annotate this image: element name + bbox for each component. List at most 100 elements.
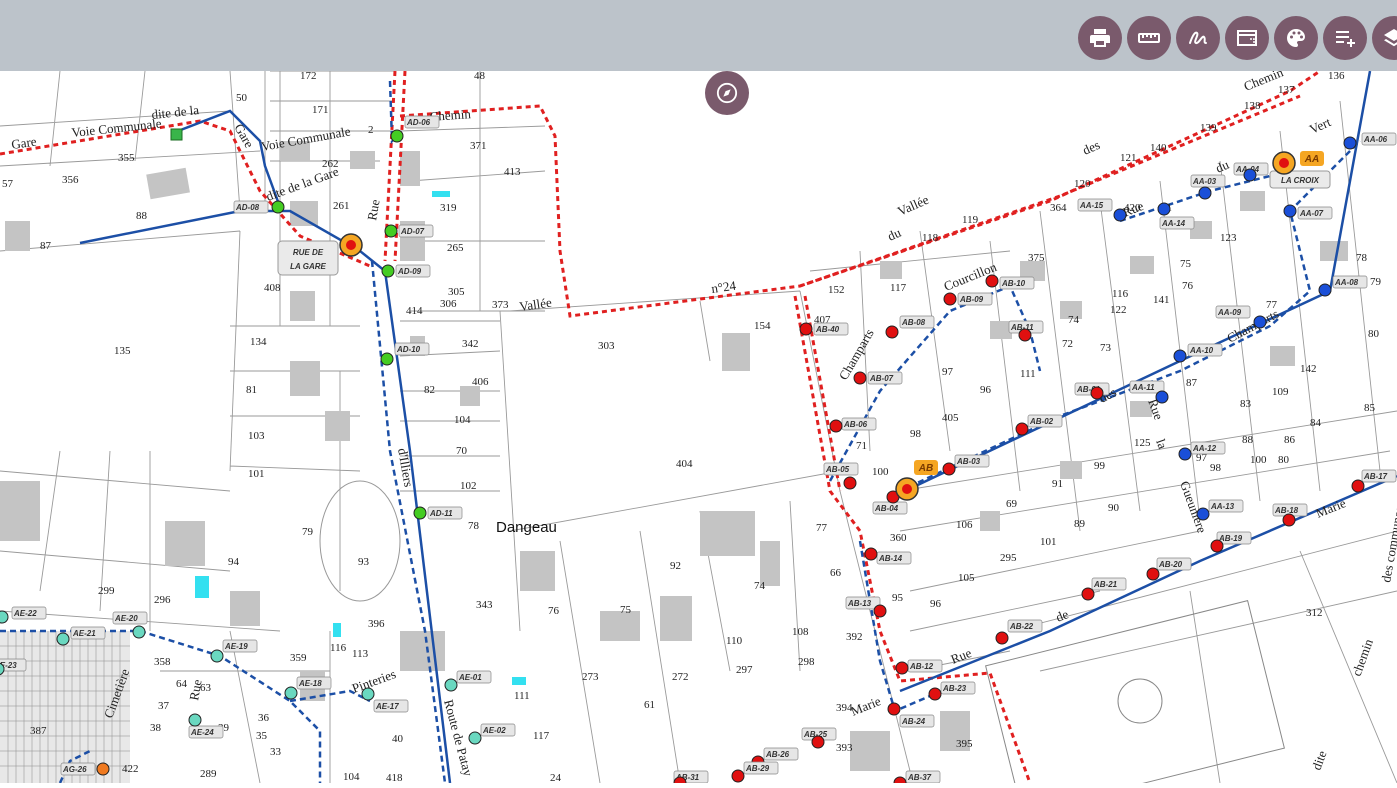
network-node[interactable]: AB-06	[829, 417, 877, 433]
parcel-number: 81	[246, 384, 257, 396]
printer-icon	[1090, 29, 1110, 47]
parcel-number: 408	[264, 282, 281, 294]
network-node[interactable]: AB-22	[995, 619, 1043, 645]
street-label: des communes	[1378, 505, 1397, 583]
street-label: Gare	[10, 134, 37, 152]
node-tag: AD-09	[397, 267, 422, 276]
place-label-rue-de-la-gare: RUE DE LA GARE	[277, 240, 339, 276]
network-node[interactable]: AA-13	[1196, 499, 1244, 521]
network-node[interactable]: AD-07	[384, 224, 434, 238]
parcel-number: 101	[248, 468, 265, 480]
network-node[interactable]: AB-13	[845, 596, 887, 618]
network-node[interactable]: AB-10	[985, 274, 1035, 290]
parcel-number: 261	[333, 200, 350, 212]
parcel-number: 96	[980, 384, 992, 396]
network-node[interactable]: AB-23	[928, 681, 976, 701]
add-list-button[interactable]	[1323, 16, 1367, 60]
network-node[interactable]: AB-11	[1008, 320, 1044, 342]
highlight-marker-gare[interactable]	[339, 233, 363, 257]
network-node[interactable]: AG-26	[60, 762, 110, 776]
style-button[interactable]	[1274, 16, 1318, 60]
parcel-number: 135	[114, 345, 131, 357]
parcel-number: 105	[958, 572, 975, 584]
parcel-number: 38	[150, 722, 162, 734]
network-node[interactable]: AA-07	[1283, 204, 1333, 220]
network-node[interactable]: AA-08	[1318, 275, 1368, 297]
network-node[interactable]: AE-02	[468, 723, 516, 745]
parcel-number: 355	[118, 152, 135, 164]
measure-button[interactable]	[1127, 16, 1171, 60]
network-node[interactable]: AD-08	[233, 200, 285, 214]
node-tag: AB-12	[909, 662, 934, 671]
network-node[interactable]: AD-10	[380, 342, 430, 366]
parcel-number: 394	[836, 702, 853, 714]
network-node[interactable]: AB-07	[853, 371, 903, 385]
network-node[interactable]: AB-14	[864, 547, 912, 565]
palette-icon	[1287, 29, 1305, 47]
street-label: du	[1213, 157, 1231, 176]
network-node[interactable]: AB-19	[1210, 531, 1252, 553]
network-node[interactable]: AD-11	[413, 506, 463, 520]
network-node[interactable]: AE-24	[188, 713, 224, 739]
parcel-number: 358	[154, 656, 171, 668]
network-node[interactable]: AB-29	[731, 761, 779, 783]
parcel-number: 37	[158, 700, 170, 712]
network-node[interactable]: AB-08	[885, 315, 935, 339]
parcel-number: 305	[448, 286, 465, 298]
map-canvas: Gare Voie Communale dite de la Voie Comm…	[0, 64, 1397, 788]
highlight-marker-ab[interactable]: AB	[895, 460, 938, 501]
node-tag: AA-03	[1192, 177, 1217, 186]
parcel-number: 359	[290, 652, 307, 664]
parcel-number: 92	[670, 560, 681, 572]
street-label: Voie Communale	[71, 116, 163, 140]
network-node[interactable]: AB-40	[799, 322, 849, 336]
parcel-number: 76	[1182, 280, 1194, 292]
print-button[interactable]	[1078, 16, 1122, 60]
parcel-number: 57	[2, 178, 14, 190]
network-node[interactable]: AE-01	[444, 670, 492, 692]
network-node[interactable]: AB-31	[673, 770, 709, 788]
network-node[interactable]: AB-12	[895, 659, 943, 675]
export-area-button[interactable]	[1225, 16, 1269, 60]
parcel-number: 262	[322, 158, 339, 170]
network-node[interactable]: AB-37	[893, 770, 941, 788]
network-node[interactable]: AA-10	[1173, 343, 1223, 363]
network-node[interactable]: AE-19	[210, 639, 258, 663]
network-node[interactable]: AB-02	[1015, 414, 1063, 436]
parcel-number: 77	[816, 522, 828, 534]
network-node[interactable]: AB-09	[943, 292, 993, 306]
cadastral-map[interactable]: Gare Voie Communale dite de la Voie Comm…	[0, 64, 1397, 788]
node-tag: AE-22	[13, 609, 37, 618]
network-node[interactable]: AA-06	[1343, 132, 1397, 150]
parcel-number: 36	[258, 712, 270, 724]
network-node[interactable]: AA-04	[1233, 162, 1269, 182]
node-tag: AB-21	[1093, 580, 1118, 589]
parcel-number: 289	[200, 768, 217, 780]
parcel-number: 117	[533, 730, 550, 742]
network-node[interactable]: AB-17	[1351, 469, 1397, 493]
network-node[interactable]: AB-25	[801, 727, 837, 749]
node-tag: AB-37	[907, 773, 932, 782]
network-node[interactable]: AE-22	[0, 606, 47, 624]
street-label: dite	[1309, 748, 1330, 772]
network-node[interactable]: AB-03	[942, 454, 990, 476]
parcel-number: 88	[1242, 434, 1254, 446]
node-tag: AA-07	[1299, 209, 1324, 218]
network-node[interactable]: AB-24	[887, 702, 935, 728]
network-node[interactable]: AA-14	[1157, 202, 1195, 230]
parcel-number: 265	[447, 242, 464, 254]
parcel-number: 71	[856, 440, 867, 452]
layers-button[interactable]	[1372, 16, 1397, 60]
network-node[interactable]: AD-09	[381, 264, 431, 278]
network-node[interactable]: AD-06	[390, 115, 440, 143]
parcel-number: 33	[270, 746, 282, 758]
place-label-text: LA CROIX	[1281, 176, 1320, 185]
compass-button[interactable]	[705, 71, 749, 115]
network-node[interactable]: AB-21	[1081, 577, 1127, 601]
draw-button[interactable]	[1176, 16, 1220, 60]
network-node[interactable]: AE-17	[361, 687, 409, 713]
network-node[interactable]: AB-18	[1272, 503, 1308, 527]
node-tag: AB-24	[901, 717, 926, 726]
node-tag: AE-02	[482, 726, 506, 735]
parcel-number: 40	[392, 733, 404, 745]
